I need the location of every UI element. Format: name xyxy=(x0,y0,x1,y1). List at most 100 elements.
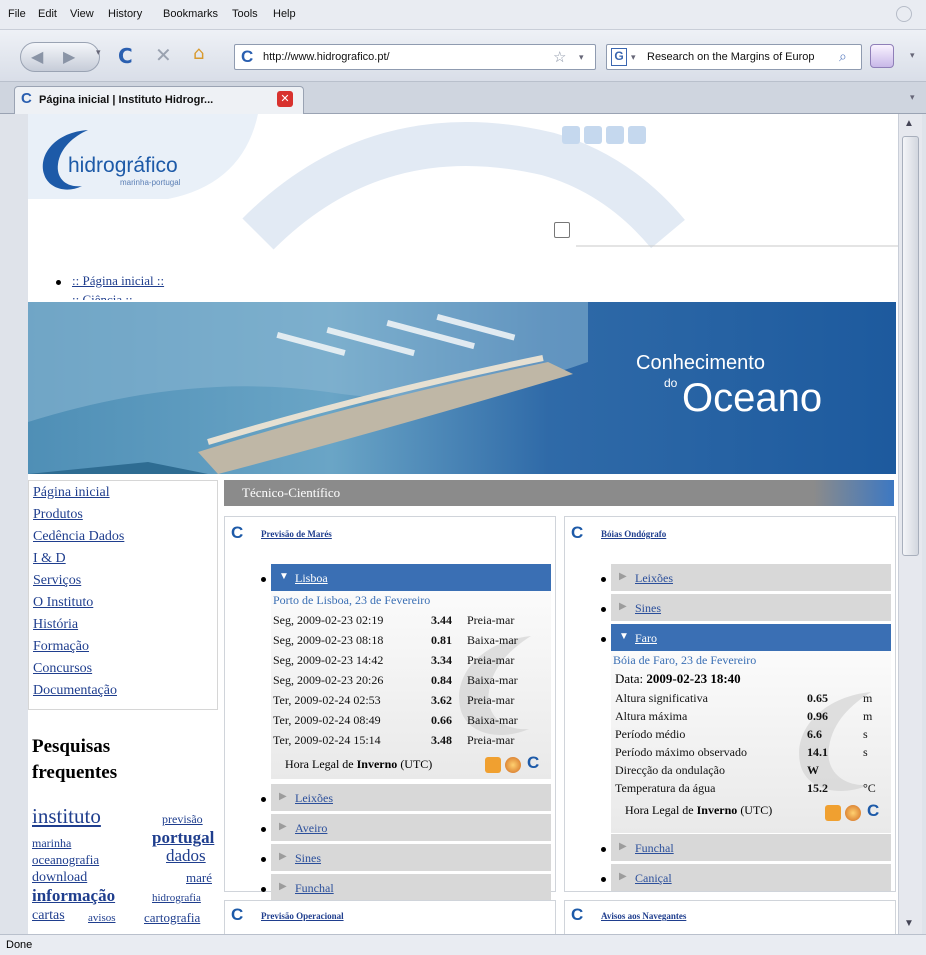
buoys-accordion-funchal[interactable]: ▶ Funchal xyxy=(611,833,891,861)
banner-do: do xyxy=(664,376,678,390)
tides-panel-title[interactable]: Previsão de Marés xyxy=(261,529,332,539)
topnav-home[interactable]: :: Página inicial :: xyxy=(72,273,164,289)
scroll-thumb[interactable] xyxy=(902,136,919,556)
chevron-down-icon: ▼ xyxy=(619,631,629,642)
menu-view[interactable]: View xyxy=(70,8,94,20)
tides-accordion-item[interactable]: ▶ Funchal xyxy=(271,873,551,901)
operational-forecast-title[interactable]: Previsão Operacional xyxy=(261,911,344,921)
buoys-accordion-canical[interactable]: ▶ Caniçal xyxy=(611,863,891,891)
bookmark-star-icon[interactable]: ☆ xyxy=(553,48,566,66)
forward-icon[interactable]: ▶ xyxy=(63,47,75,67)
top-tool-icon[interactable] xyxy=(628,126,646,144)
history-dropdown-icon[interactable]: ▾ xyxy=(96,48,101,58)
menu-tools[interactable]: Tools xyxy=(232,8,258,20)
top-tool-icon[interactable] xyxy=(606,126,624,144)
menu-edit[interactable]: Edit xyxy=(38,8,57,20)
panel-logo-icon: C xyxy=(231,905,244,924)
throbber-icon xyxy=(896,6,912,22)
tag-link[interactable]: informação xyxy=(32,886,115,906)
tide-row-height: 3.34 xyxy=(431,653,452,667)
top-tool-icon[interactable] xyxy=(562,126,580,144)
home-icon[interactable]: ⌂ xyxy=(193,43,204,64)
buoys-date: Data: 2009-02-23 18:40 xyxy=(615,671,741,686)
sidebar-item-training[interactable]: Formação xyxy=(33,639,89,655)
logo-text: hidrográfico xyxy=(68,154,178,177)
widget-icon[interactable] xyxy=(845,805,861,821)
sidebar-item-documentation[interactable]: Documentação xyxy=(33,683,117,699)
tide-row-date: Ter, 2009-02-24 02:53 xyxy=(273,693,381,707)
tag-link[interactable]: cartas xyxy=(32,908,65,924)
banner-subtitle: Conhecimento xyxy=(636,352,765,374)
widget-icon[interactable] xyxy=(505,757,521,773)
tides-accordion-item[interactable]: ▶ Leixões xyxy=(271,783,551,811)
tag-link[interactable]: download xyxy=(32,870,87,886)
panel-logo-icon: C xyxy=(571,905,584,924)
tag-link[interactable]: portugal xyxy=(152,828,214,848)
reload-icon[interactable]: C xyxy=(118,44,133,68)
tide-row-type: Baixa-mar xyxy=(467,713,518,727)
section-title: Técnico-Científico xyxy=(242,485,341,500)
menu-bookmarks[interactable]: Bookmarks xyxy=(163,8,218,20)
addon-icon[interactable] xyxy=(870,44,894,68)
search-input[interactable]: Research on the Margins of Europ xyxy=(647,51,837,63)
buoys-panel-title[interactable]: Bóias Ondógrafo xyxy=(601,529,666,539)
tag-link[interactable]: instituto xyxy=(32,804,101,829)
toolbar-overflow-icon[interactable]: ▾ xyxy=(910,50,915,61)
site-logo-small-icon[interactable]: C xyxy=(527,753,539,773)
back-icon[interactable]: ◀ xyxy=(31,47,43,67)
tab-close-icon[interactable]: ✕ xyxy=(277,91,293,107)
tides-footer: Hora Legal de Inverno (UTC) xyxy=(285,757,433,771)
tag-link[interactable]: marinha xyxy=(32,836,71,851)
menu-history[interactable]: History xyxy=(108,8,142,20)
tides-accordion-item[interactable]: ▶ Sines xyxy=(271,843,551,871)
sidebar-item-history[interactable]: História xyxy=(33,617,78,633)
logo-subtext: marinha-portugal xyxy=(120,178,181,187)
panel-logo-icon: C xyxy=(571,523,584,542)
menu-help[interactable]: Help xyxy=(273,8,296,20)
sidebar-item-tenders[interactable]: Concursos xyxy=(33,661,92,677)
tab-current[interactable]: C Página inicial | Instituto Hidrogr... … xyxy=(14,86,304,114)
rss-icon[interactable] xyxy=(825,805,841,821)
scroll-up-icon[interactable]: ▲ xyxy=(904,118,914,129)
search-magnifier-icon[interactable]: ⌕ xyxy=(839,48,847,65)
sidebar-item-institute[interactable]: O Instituto xyxy=(33,595,93,611)
vertical-scrollbar[interactable]: ▲ ▼ xyxy=(898,114,922,934)
tides-accordion-item[interactable]: ▶ Aveiro xyxy=(271,813,551,841)
tag-link[interactable]: dados xyxy=(166,846,206,866)
tag-link[interactable]: previsão xyxy=(162,812,203,827)
sidebar-item-rd[interactable]: I & D xyxy=(33,551,66,567)
menu-file[interactable]: File xyxy=(8,8,26,20)
sidebar-item-data[interactable]: Cedência Dados xyxy=(33,529,124,545)
tag-link[interactable]: oceanografia xyxy=(32,852,99,868)
operational-forecast-panel: C Previsão Operacional xyxy=(224,900,556,934)
header-checkbox[interactable] xyxy=(554,222,570,238)
tag-link[interactable]: avisos xyxy=(88,912,116,924)
tab-list-icon[interactable]: ▾ xyxy=(910,92,915,103)
tab-title: Página inicial | Instituto Hidrogr... xyxy=(39,94,214,106)
banner-image: Conhecimento do Oceano xyxy=(28,302,896,474)
top-tool-icon[interactable] xyxy=(584,126,602,144)
tag-link[interactable]: hidrografia xyxy=(152,892,201,904)
marina-illustration xyxy=(28,302,588,474)
tides-accordion-lisboa[interactable]: ▼ Lisboa xyxy=(271,563,551,591)
engine-dropdown-icon[interactable]: ▾ xyxy=(631,52,636,63)
scroll-down-icon[interactable]: ▼ xyxy=(904,918,914,929)
buoys-accordion-sines[interactable]: ▶ Sines xyxy=(611,593,891,621)
search-bar[interactable]: G ▾ Research on the Margins of Europ ⌕ xyxy=(606,44,862,70)
url-dropdown-icon[interactable]: ▾ xyxy=(579,52,584,63)
url-bar[interactable]: C http://www.hidrografico.pt/ ☆ ▾ xyxy=(234,44,596,70)
sidebar-item-services[interactable]: Serviços xyxy=(33,573,81,589)
rss-icon[interactable] xyxy=(485,757,501,773)
buoys-accordion-leixoes[interactable]: ▶ Leixões xyxy=(611,563,891,591)
tag-link[interactable]: maré xyxy=(186,870,212,886)
tide-row-date: Seg, 2009-02-23 20:26 xyxy=(273,673,384,687)
site-logo-small-icon[interactable]: C xyxy=(867,801,879,821)
tag-link[interactable]: cartografia xyxy=(144,910,200,926)
stop-icon[interactable]: ✕ xyxy=(155,43,172,67)
topnav-science[interactable]: :: Ciência :: xyxy=(72,292,133,300)
navigator-warnings-title[interactable]: Avisos aos Navegantes xyxy=(601,911,686,921)
sidebar-item-products[interactable]: Produtos xyxy=(33,507,83,523)
sidebar-item-home[interactable]: Página inicial xyxy=(33,485,110,501)
buoys-accordion-faro[interactable]: ▼ Faro xyxy=(611,623,891,651)
google-engine-icon[interactable]: G xyxy=(611,48,627,66)
